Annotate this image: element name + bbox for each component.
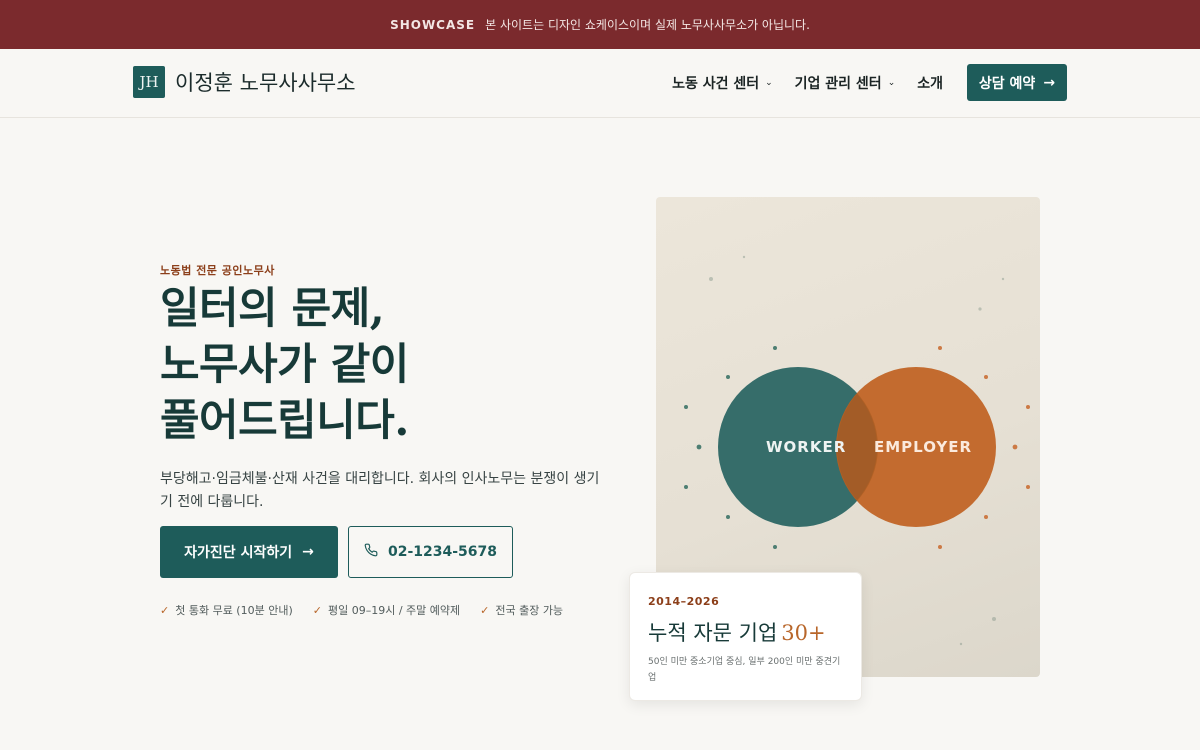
logo-text: 이정훈 노무사사무소: [175, 71, 356, 95]
main-nav: 노동 사건 센터 ⌄ 기업 관리 센터 ⌄ 소개 상담 예약 →: [672, 64, 1067, 101]
check-item: ✓ 첫 통화 무료 (10분 안내): [160, 602, 293, 618]
headline-line: 풀어드립니다.: [160, 396, 409, 446]
worker-label: WORKER: [766, 438, 847, 456]
site-header: JH 이정훈 노무사사무소 노동 사건 센터 ⌄ 기업 관리 센터 ⌄ 소개 상…: [0, 49, 1200, 118]
check-icon: ✓: [480, 603, 490, 617]
check-label: 첫 통화 무료 (10분 안내): [175, 604, 293, 617]
logo-mark: JH: [133, 66, 165, 98]
self-check-label: 자가진단 시작하기: [184, 545, 293, 561]
cta-label: 상담 예약: [978, 75, 1036, 92]
site-logo[interactable]: JH 이정훈 노무사사무소: [133, 66, 356, 98]
arrow-right-icon: →: [302, 544, 314, 560]
chevron-down-icon: ⌄: [887, 77, 896, 88]
hero-headline: 일터의 문제, 노무사가 같이 풀어드립니다.: [160, 281, 409, 449]
self-check-button[interactable]: 자가진단 시작하기 →: [160, 526, 338, 578]
hero-eyebrow: 노동법 전문 공인노무사: [160, 264, 275, 277]
check-item: ✓ 전국 출장 가능: [480, 602, 563, 618]
nav-label: 노동 사건 센터: [672, 75, 760, 92]
stat-title: 누적 자문 기업 30+: [648, 617, 843, 647]
nav-about[interactable]: 소개: [917, 73, 943, 93]
stat-years: 2014–2026: [648, 595, 720, 608]
employer-label: EMPLOYER: [874, 438, 973, 456]
check-label: 평일 09–19시 / 주말 예약제: [327, 604, 461, 617]
check-item: ✓ 평일 09–19시 / 주말 예약제: [313, 602, 460, 618]
chevron-down-icon: ⌄: [765, 77, 773, 88]
hero-subtext: 부당해고·임금체불·산재 사건을 대리합니다. 회사의 인사노무는 분쟁이 생기…: [160, 471, 600, 510]
nav-labor-cases[interactable]: 노동 사건 센터 ⌄: [672, 73, 773, 93]
phone-button[interactable]: 02-1234-5678: [348, 526, 513, 578]
headline-line: 일터의 문제,: [160, 284, 385, 334]
arrow-right-icon: →: [1043, 74, 1056, 91]
stat-card: 2014–2026 누적 자문 기업 30+ 50인 미만 중소기업 중심, 일부…: [629, 572, 862, 701]
feature-checks: ✓ 첫 통화 무료 (10분 안내) ✓ 평일 09–19시 / 주말 예약제 …: [160, 602, 563, 618]
check-icon: ✓: [160, 603, 170, 617]
phone-icon: [364, 543, 378, 561]
book-consultation-button[interactable]: 상담 예약 →: [967, 64, 1067, 101]
showcase-tag: SHOWCASE: [390, 17, 476, 32]
phone-number: 02-1234-5678: [387, 544, 498, 560]
nav-corporate[interactable]: 기업 관리 센터 ⌄: [795, 73, 896, 93]
nav-label: 소개: [917, 75, 943, 92]
showcase-text: 본 사이트는 디자인 쇼케이스이며 실제 노무사사무소가 아닙니다.: [485, 18, 810, 32]
showcase-banner: SHOWCASE 본 사이트는 디자인 쇼케이스이며 실제 노무사사무소가 아닙…: [0, 0, 1200, 49]
nav-label: 기업 관리 센터: [794, 75, 882, 92]
stat-title-text: 누적 자문 기업: [648, 621, 778, 645]
check-label: 전국 출장 가능: [495, 604, 564, 617]
headline-line: 노무사가 같이: [160, 340, 409, 390]
stat-note: 50인 미만 중소기업 중심, 일부 200인 미만 중견기업: [648, 657, 841, 683]
stat-number: 30+: [781, 621, 826, 645]
check-icon: ✓: [312, 603, 322, 617]
